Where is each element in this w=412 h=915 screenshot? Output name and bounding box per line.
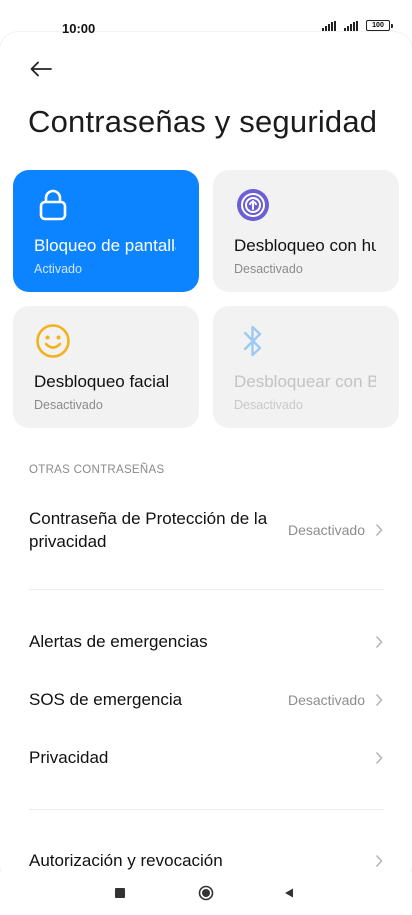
battery-icon: 100 [366,20,393,31]
row-right: Desactivado [288,692,385,708]
row-right [373,635,385,649]
status-icons: 100 [322,20,393,31]
divider [29,589,384,590]
signal-icon [322,20,336,31]
fingerprint-icon [233,185,273,225]
chevron-right-icon [373,635,385,649]
row-label: SOS de emergencia [29,690,183,709]
recents-button[interactable] [111,884,129,902]
status-bar: 10:00 100 [0,0,412,56]
row-value: Desactivado [287,522,365,538]
chevron-right-icon [373,854,385,868]
back-button[interactable] [26,54,56,84]
home-button[interactable] [197,884,215,902]
tile-status: Desactivado [234,398,303,412]
row-privacy[interactable]: Privacidad [29,746,385,769]
row-emergency-sos[interactable]: SOS de emergencia Desactivado [29,688,385,711]
tile-screen-lock[interactable]: Bloqueo de pantalla Activado [13,170,199,292]
arrow-left-icon [30,61,52,77]
triangle-left-icon [285,888,293,898]
tile-title: Desbloqueo facial [34,372,170,391]
tile-status: Desactivado [234,262,303,276]
tile-status: Desactivado [34,398,103,412]
row-right: Desactivado [288,522,385,538]
row-authorization-revocation[interactable]: Autorización y revocación [29,849,385,872]
row-right [373,854,385,868]
chevron-right-icon [373,751,385,765]
row-privacy-protection-password[interactable]: Contraseña de Protección de la privacida… [29,507,385,553]
row-label: Autorización y revocación [29,851,223,870]
tile-title: Desbloquear con Bluetooth [234,372,376,391]
section-header-other-passwords: OTRAS CONTRASEÑAS [29,464,165,476]
row-label: Contraseña de Protección de la privacida… [29,509,268,551]
chevron-right-icon [373,693,385,707]
tile-fingerprint-unlock[interactable]: Desbloqueo con huella Desactivado [213,170,399,292]
page-title: Contraseñas y seguridad [28,104,378,139]
row-label: Privacidad [29,748,109,767]
row-value: Desactivado [287,691,365,708]
tile-title: Desbloqueo con huella [234,236,376,255]
back-nav-button[interactable] [280,884,298,902]
bluetooth-icon [233,321,273,361]
chevron-right-icon [373,523,385,537]
signal-icon [344,20,358,31]
circle-icon [198,885,214,901]
status-time: 10:00 [62,21,96,36]
row-label: Alertas de emergencias [29,632,208,651]
row-emergency-alerts[interactable]: Alertas de emergencias [29,630,385,653]
navigation-bar [0,872,412,915]
tile-title: Bloqueo de pantalla [34,236,176,255]
tile-bluetooth-unlock: Desbloquear con Bluetooth Desactivado [213,306,399,428]
tile-face-unlock[interactable]: Desbloqueo facial Desactivado [13,306,199,428]
divider [29,809,384,810]
lock-icon [33,185,73,225]
face-icon [33,321,73,361]
tile-status: Activado [34,262,82,276]
square-icon [115,888,125,898]
row-right [373,751,385,765]
